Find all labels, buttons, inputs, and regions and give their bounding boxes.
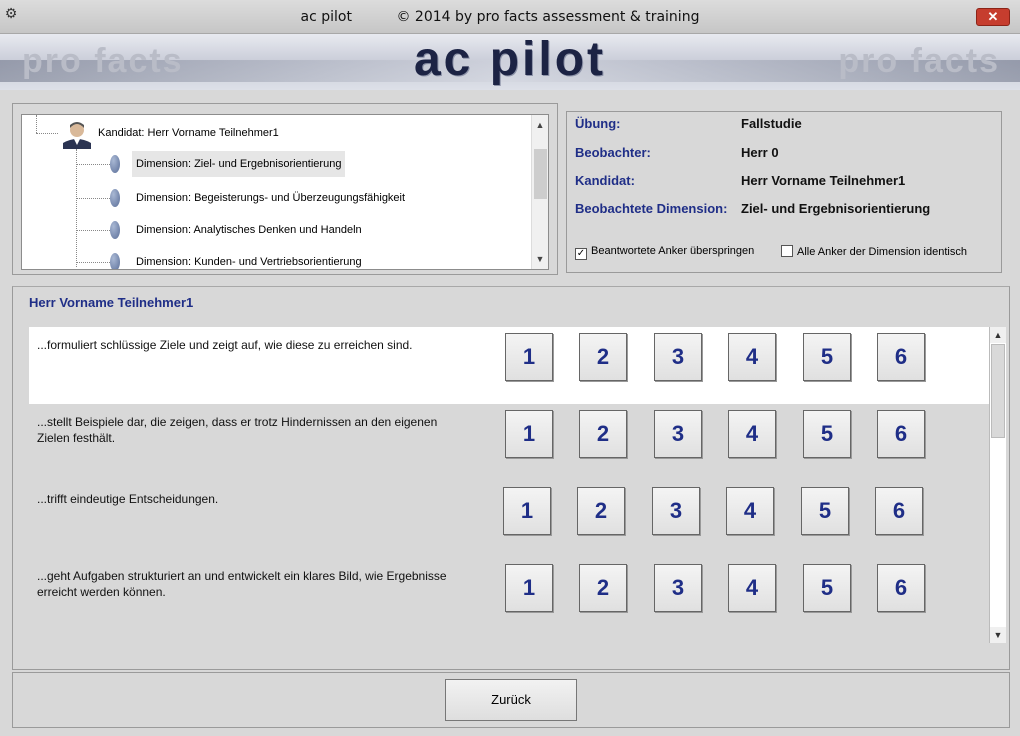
banner-right-logo: pro facts — [838, 42, 1000, 80]
dimension-bulb-icon — [110, 155, 120, 173]
anchor-text: ...geht Aufgaben strukturiert an und ent… — [37, 569, 447, 599]
dimension-bulb-icon — [110, 253, 120, 269]
dimension-bulb-icon — [110, 221, 120, 239]
info-value: Fallstudie — [741, 116, 802, 131]
anchor-row: ...stellt Beispiele dar, die zeigen, das… — [29, 404, 989, 481]
tree-connector — [76, 230, 110, 231]
score-button-2[interactable]: 2 — [579, 410, 627, 458]
checkbox-label: Beantwortete Anker überspringen — [591, 245, 755, 257]
tree-item-analytisch[interactable]: Dimension: Analytisches Denken und Hande… — [110, 217, 510, 243]
identical-anchors-checkbox[interactable]: Alle Anker der Dimension identisch — [781, 245, 967, 258]
score-button-3[interactable]: 3 — [654, 564, 702, 612]
score-button-5[interactable]: 5 — [803, 410, 851, 458]
info-value: Ziel- und Ergebnisorientierung — [741, 201, 931, 216]
score-button-1[interactable]: 1 — [505, 333, 553, 381]
tree-item-label: Dimension: Ziel- und Ergebnisorientierun… — [132, 151, 346, 177]
tree-connector — [76, 164, 110, 165]
score-button-1[interactable]: 1 — [503, 487, 551, 535]
anchor-row: ...formuliert schlüssige Ziele und zeigt… — [29, 327, 989, 404]
tree-item-label: Dimension: Kunden- und Vertriebsorientie… — [136, 256, 362, 268]
score-button-2[interactable]: 2 — [579, 564, 627, 612]
dimension-tree[interactable]: Kandidat: Herr Vorname Teilnehmer1 Dimen… — [21, 114, 549, 270]
tree-item-ziel[interactable]: Dimension: Ziel- und Ergebnisorientierun… — [110, 151, 510, 177]
tree-connector — [36, 133, 58, 134]
rating-panel: Herr Vorname Teilnehmer1 ...formuliert s… — [12, 286, 1010, 670]
anchor-text: ...stellt Beispiele dar, die zeigen, das… — [37, 415, 438, 445]
score-button-1[interactable]: 1 — [505, 564, 553, 612]
tree-root-label[interactable]: Kandidat: Herr Vorname Teilnehmer1 — [98, 127, 279, 139]
scroll-down-icon[interactable]: ▼ — [990, 627, 1006, 643]
score-button-6[interactable]: 6 — [877, 333, 925, 381]
score-button-4[interactable]: 4 — [728, 410, 776, 458]
info-value: Herr Vorname Teilnehmer1 — [741, 173, 906, 188]
anchor-text: ...formuliert schlüssige Ziele und zeigt… — [37, 338, 413, 352]
tree-item-kunden[interactable]: Dimension: Kunden- und Vertriebsorientie… — [110, 249, 510, 269]
anchor-row: ...trifft eindeutige Entscheidungen. 1 2… — [29, 481, 989, 558]
info-key: Beobachtete Dimension: — [575, 201, 728, 216]
banner: pro facts ac pilot pro facts — [0, 34, 1020, 90]
tree-item-label: Dimension: Analytisches Denken und Hande… — [136, 224, 362, 236]
scroll-up-icon[interactable]: ▲ — [532, 117, 548, 133]
score-button-5[interactable]: 5 — [803, 564, 851, 612]
score-button-5[interactable]: 5 — [803, 333, 851, 381]
anchor-text: ...trifft eindeutige Entscheidungen. — [37, 492, 219, 506]
score-button-3[interactable]: 3 — [654, 410, 702, 458]
dimension-bulb-icon — [110, 189, 120, 207]
info-value: Herr 0 — [741, 145, 779, 160]
score-button-5[interactable]: 5 — [801, 487, 849, 535]
footer-panel: Zurück — [12, 672, 1010, 728]
info-key: Kandidat: — [575, 173, 635, 188]
person-avatar-icon — [60, 119, 94, 149]
checkbox-label: Alle Anker der Dimension identisch — [797, 246, 967, 258]
score-button-2[interactable]: 2 — [579, 333, 627, 381]
candidate-header: Herr Vorname Teilnehmer1 — [29, 295, 194, 310]
anchor-scrollbar[interactable]: ▲ ▼ — [989, 327, 1006, 643]
back-button[interactable]: Zurück — [445, 679, 577, 721]
info-key: Übung: — [575, 116, 621, 131]
skip-answered-checkbox[interactable]: ✓ Beantwortete Anker überspringen — [575, 245, 754, 260]
tree-item-begeisterung[interactable]: Dimension: Begeisterungs- und Überzeugun… — [110, 185, 510, 211]
tree-item-label: Dimension: Begeisterungs- und Überzeugun… — [136, 192, 406, 204]
scroll-up-icon[interactable]: ▲ — [990, 327, 1006, 343]
score-button-2[interactable]: 2 — [577, 487, 625, 535]
score-button-4[interactable]: 4 — [726, 487, 774, 535]
title-bar: ⚙ ac pilot © 2014 by pro facts assessmen… — [0, 0, 1020, 34]
score-button-6[interactable]: 6 — [877, 564, 925, 612]
tree-connector — [76, 262, 110, 263]
tree-connector — [76, 149, 77, 267]
checkbox-unchecked-icon[interactable] — [781, 245, 793, 257]
tree-scrollbar[interactable]: ▲ ▼ — [531, 115, 548, 269]
tree-connector — [76, 198, 110, 199]
tree-scrollbar-thumb[interactable] — [534, 149, 547, 199]
score-button-4[interactable]: 4 — [728, 564, 776, 612]
score-button-3[interactable]: 3 — [652, 487, 700, 535]
score-button-3[interactable]: 3 — [654, 333, 702, 381]
close-button[interactable]: ✕ — [976, 8, 1010, 26]
anchor-list: ...formuliert schlüssige Ziele und zeigt… — [29, 327, 989, 643]
window-title: ac pilot © 2014 by pro facts assessment … — [300, 9, 700, 25]
anchor-row: ...geht Aufgaben strukturiert an und ent… — [29, 558, 989, 635]
info-panel: Übung: Fallstudie Beobachter: Herr 0 Kan… — [566, 111, 1002, 273]
score-button-6[interactable]: 6 — [877, 410, 925, 458]
scroll-down-icon[interactable]: ▼ — [532, 251, 548, 267]
info-key: Beobachter: — [575, 145, 651, 160]
tree-connector — [36, 115, 37, 133]
anchor-scrollbar-thumb[interactable] — [991, 344, 1005, 438]
score-button-6[interactable]: 6 — [875, 487, 923, 535]
tree-panel: Kandidat: Herr Vorname Teilnehmer1 Dimen… — [12, 103, 558, 275]
checkbox-checked-icon[interactable]: ✓ — [575, 248, 587, 260]
score-button-1[interactable]: 1 — [505, 410, 553, 458]
score-button-4[interactable]: 4 — [728, 333, 776, 381]
